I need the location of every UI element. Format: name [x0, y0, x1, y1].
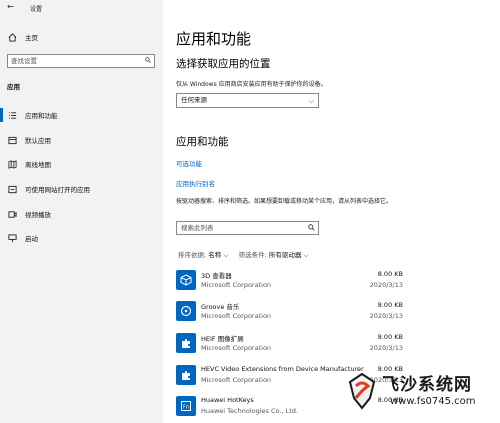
- optional-features-link[interactable]: 可选功能: [176, 158, 202, 168]
- app-publisher: Microsoft Corporation: [201, 344, 272, 352]
- watermark-logo-icon: [348, 372, 376, 410]
- settings-search-placeholder: 查找设置: [11, 57, 37, 65]
- app-size: 8.00 KB: [377, 333, 403, 341]
- app-publisher: Microsoft Corporation: [201, 281, 272, 289]
- search-icon: [145, 57, 151, 63]
- app-list-item[interactable]: 3D 查看器 Microsoft Corporation 8.00 KB 202…: [176, 267, 406, 295]
- search-icon: [308, 224, 315, 231]
- app-date: 2020/3/13: [369, 344, 403, 352]
- app-name: Groove 音乐: [201, 303, 240, 311]
- settings-search-input[interactable]: 查找设置: [7, 54, 155, 68]
- sidebar-home[interactable]: 主页: [7, 30, 38, 44]
- app-source-value: 任何来源: [181, 96, 207, 104]
- chevron-down-icon: ⌵: [308, 97, 314, 105]
- filter-dropdown[interactable]: 所有驱动器 ⌵: [269, 251, 309, 259]
- sidebar-item-label: 离线地图: [25, 161, 51, 169]
- sort-label: 排序依据:: [178, 251, 207, 259]
- sidebar-item-label: 视频播放: [25, 211, 51, 219]
- video-icon: [7, 209, 17, 219]
- disc-icon: [176, 301, 196, 321]
- app-size: 8.00 KB: [377, 301, 403, 309]
- app-list-search-placeholder: 搜索此列表: [181, 224, 214, 232]
- app-date: 2020/3/13: [369, 281, 403, 289]
- chevron-down-icon: ⌵: [303, 251, 309, 259]
- map-icon: [7, 159, 17, 169]
- list-icon: [7, 110, 17, 120]
- chevron-down-icon: ⌵: [223, 251, 229, 259]
- apps-features-title: 应用和功能: [176, 136, 229, 148]
- watermark-text: 飞沙系统网: [382, 375, 472, 395]
- app-name: HEIF 图像扩展: [201, 335, 244, 343]
- app-name: 3D 查看器: [201, 272, 232, 280]
- sort-filter-bar: 排序依据: 名称 ⌵ 筛选条件: 所有驱动器 ⌵: [178, 249, 308, 260]
- choose-source-desc: 仅从 Windows 应用商店安装应用有助于保护你的设备。: [176, 81, 327, 88]
- puzzle-icon: [176, 365, 196, 385]
- app-list-item[interactable]: Groove 音乐 Microsoft Corporation 8.00 KB …: [176, 298, 406, 326]
- app-aliases-link[interactable]: 应用执行别名: [176, 178, 215, 188]
- app-publisher: Microsoft Corporation: [201, 312, 272, 320]
- filter-label: 筛选条件:: [238, 251, 267, 259]
- app-publisher: Microsoft Corporation: [201, 376, 272, 384]
- startup-icon: [7, 233, 17, 243]
- sidebar-item-apps-for-websites[interactable]: 可使用网站打开的应用: [7, 182, 90, 196]
- sidebar-item-label: 可使用网站打开的应用: [25, 186, 90, 194]
- sidebar-home-label: 主页: [25, 34, 38, 42]
- sidebar-item-label: 默认应用: [25, 137, 51, 145]
- fn-key-icon: Fn: [176, 396, 196, 416]
- app-name: Huawei HotKeys: [201, 396, 254, 404]
- app-publisher: Huawei Technologies Co., Ltd.: [201, 407, 298, 415]
- sidebar-section-label: 应用: [7, 83, 20, 91]
- sidebar-item-default-apps[interactable]: 默认应用: [7, 133, 51, 147]
- sidebar-item-video-playback[interactable]: 视频播放: [7, 207, 51, 221]
- window-title: 设置: [30, 6, 43, 13]
- page-title: 应用和功能: [176, 30, 252, 48]
- sidebar-item-label: 应用和功能: [25, 112, 58, 120]
- back-arrow-icon[interactable]: ←: [7, 2, 14, 11]
- app-list-item[interactable]: HEIF 图像扩展 Microsoft Corporation 8.00 KB …: [176, 330, 406, 358]
- selection-indicator: [0, 108, 3, 122]
- app-size: 8.00 KB: [377, 270, 403, 278]
- main-content: 应用和功能 选择获取应用的位置 仅从 Windows 应用商店安装应用有助于保护…: [163, 0, 500, 423]
- sidebar: ← 设置 主页 查找设置 应用 应用和功能 默认应用 离线地图 可使用网站打开的…: [0, 0, 163, 423]
- watermark: 飞沙系统网 www.fs0745.com: [340, 368, 500, 423]
- cube-icon: [176, 270, 196, 290]
- sidebar-item-apps-features[interactable]: 应用和功能: [7, 108, 58, 122]
- sidebar-item-label: 启动: [25, 235, 38, 243]
- svg-text:Fn: Fn: [183, 405, 189, 411]
- home-icon: [7, 32, 17, 42]
- app-date: 2020/3/13: [369, 312, 403, 320]
- default-apps-icon: [7, 135, 17, 145]
- choose-source-title: 选择获取应用的位置: [176, 58, 271, 70]
- app-source-dropdown[interactable]: 任何来源 ⌵: [176, 93, 319, 108]
- sidebar-item-offline-maps[interactable]: 离线地图: [7, 157, 51, 171]
- sort-value: 名称: [208, 251, 222, 259]
- filter-value: 所有驱动器: [268, 251, 302, 259]
- puzzle-icon: [176, 333, 196, 353]
- search-sort-filter-desc: 按驱动器搜索、排序和筛选。如果想要卸载或移动某个应用，请从列表中选择它。: [176, 198, 393, 205]
- app-list-search-input[interactable]: 搜索此列表: [176, 221, 319, 235]
- watermark-url: www.fs0745.com: [390, 396, 476, 407]
- sidebar-item-startup[interactable]: 启动: [7, 231, 38, 245]
- website-icon: [7, 184, 17, 194]
- sort-dropdown[interactable]: 名称 ⌵: [208, 251, 228, 259]
